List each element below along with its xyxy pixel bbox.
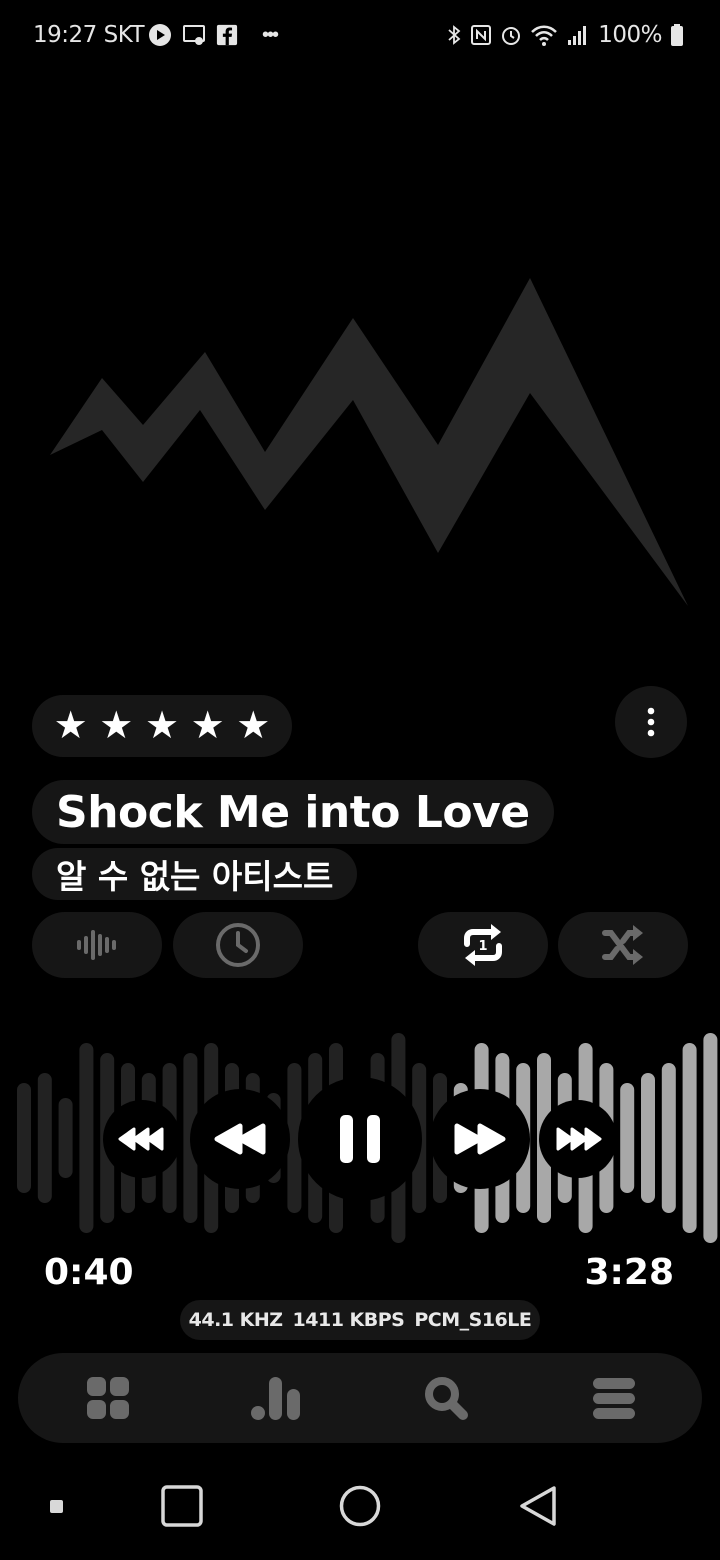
more-vertical-icon	[647, 707, 655, 737]
status-notifications: •••	[148, 22, 279, 48]
home-icon[interactable]	[338, 1484, 382, 1528]
rewind-icon	[214, 1123, 266, 1155]
visualizer-button[interactable]	[32, 912, 162, 978]
grid-icon	[87, 1377, 129, 1419]
facebook-icon	[216, 24, 238, 46]
recents-icon[interactable]	[160, 1484, 204, 1528]
repeat-one-button[interactable]: 1	[418, 912, 548, 978]
rewind-button[interactable]	[190, 1089, 290, 1189]
waveform-bar	[58, 1098, 73, 1178]
nav-search[interactable]	[396, 1353, 496, 1443]
star-icon[interactable]: ★	[54, 707, 88, 745]
bluetooth-icon	[448, 25, 461, 45]
shuffle-icon	[602, 925, 643, 965]
triple-rewind-icon	[118, 1127, 164, 1151]
waveform-bar	[17, 1083, 31, 1193]
skip-forward-fast-button[interactable]	[539, 1100, 617, 1178]
waveform-bar	[682, 1043, 697, 1233]
fast-forward-icon	[454, 1123, 506, 1155]
recent-dot-icon[interactable]	[48, 1498, 66, 1516]
more-options-button[interactable]	[615, 686, 687, 758]
album-art	[50, 278, 688, 606]
track-title[interactable]: Shock Me into Love	[32, 780, 554, 844]
svg-text:1: 1	[478, 939, 487, 954]
bottom-navigation	[18, 1353, 702, 1443]
triple-forward-icon	[556, 1127, 602, 1151]
more-notifications-icon: •••	[262, 23, 279, 46]
nav-menu[interactable]	[564, 1353, 664, 1443]
waveform-bar	[661, 1063, 676, 1213]
codec: PCM_S16LE	[414, 1309, 532, 1331]
skip-back-fast-button[interactable]	[103, 1100, 181, 1178]
system-navigation-bar	[0, 1460, 720, 1560]
status-bar: 19:27 SKT ••• 100%	[0, 0, 720, 70]
cast-icon	[183, 25, 205, 45]
sample-rate: 44.1 KHZ	[188, 1309, 283, 1331]
rating-stars[interactable]: ★ ★ ★ ★ ★	[32, 695, 292, 757]
status-system-icons: 100%	[446, 22, 684, 48]
sleep-timer-button[interactable]	[173, 912, 303, 978]
waveform-bar	[37, 1073, 52, 1203]
waveform-bar	[703, 1033, 718, 1243]
menu-icon	[593, 1378, 635, 1419]
clock-icon	[216, 923, 260, 967]
battery-percent: 100%	[598, 22, 662, 48]
star-icon[interactable]: ★	[145, 707, 179, 745]
audio-format-badge[interactable]: 44.1 KHZ 1411 KBPS PCM_S16LE	[180, 1300, 540, 1340]
chart-icon	[251, 1377, 300, 1420]
shuffle-button[interactable]	[558, 912, 688, 978]
star-icon[interactable]: ★	[99, 707, 133, 745]
search-icon	[425, 1377, 468, 1420]
status-time: 19:27 SKT	[33, 22, 145, 48]
nfc-icon	[471, 25, 492, 45]
track-artist[interactable]: 알 수 없는 아티스트	[32, 848, 358, 900]
star-icon[interactable]: ★	[191, 707, 225, 745]
waveform-bar	[641, 1073, 655, 1203]
current-time: 0:40	[44, 1252, 134, 1293]
play-circle-icon	[149, 24, 171, 46]
back-icon[interactable]	[516, 1484, 560, 1528]
waveform-icon	[77, 930, 116, 960]
repeat-one-icon: 1	[464, 924, 502, 966]
total-time: 3:28	[584, 1252, 674, 1293]
star-icon[interactable]: ★	[236, 707, 270, 745]
wifi-icon	[531, 25, 558, 46]
waveform-bar	[79, 1043, 94, 1233]
pause-button[interactable]	[298, 1077, 422, 1201]
waveform-bar	[620, 1083, 635, 1193]
signal-icon	[568, 26, 587, 45]
fast-forward-button[interactable]	[430, 1089, 530, 1189]
nav-stats[interactable]	[226, 1353, 326, 1443]
battery-icon	[671, 24, 683, 46]
alarm-icon	[502, 27, 521, 45]
nav-library[interactable]	[58, 1353, 158, 1443]
bitrate: 1411 KBPS	[292, 1309, 405, 1331]
pause-icon	[340, 1115, 380, 1163]
